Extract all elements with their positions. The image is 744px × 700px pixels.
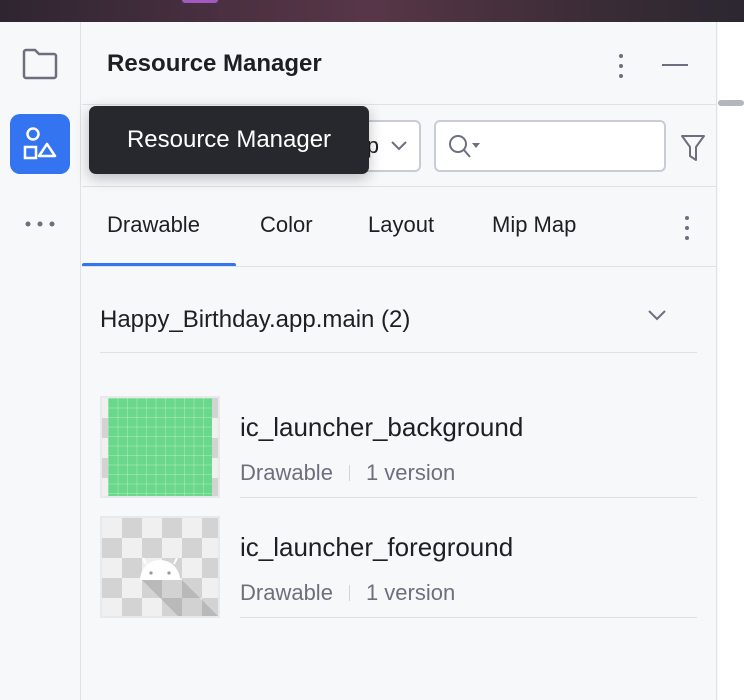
more-tools-button[interactable] xyxy=(10,194,70,254)
folder-icon xyxy=(22,48,58,80)
more-tabs-button[interactable] xyxy=(685,216,689,240)
resource-thumbnail xyxy=(100,396,220,498)
divider xyxy=(82,266,717,267)
resource-name: ic_launcher_foreground xyxy=(240,532,514,562)
resource-item[interactable]: ic_launcher_foreground Drawable 1 version xyxy=(100,516,697,636)
divider xyxy=(82,104,717,105)
resource-type: Drawable xyxy=(240,460,333,485)
resource-name: ic_launcher_background xyxy=(240,412,524,442)
divider xyxy=(100,352,697,353)
resource-manager-tool-button[interactable] xyxy=(10,114,70,174)
panel-title: Resource Manager xyxy=(107,50,322,77)
search-icon xyxy=(449,135,480,158)
tooltip: Resource Manager xyxy=(89,106,369,174)
tab-layout[interactable]: Layout xyxy=(368,212,434,238)
resource-versions: 1 version xyxy=(365,580,456,605)
resource-type: Drawable xyxy=(240,580,333,605)
tab-color[interactable]: Color xyxy=(260,212,313,238)
window-title-bar xyxy=(0,0,744,22)
filter-icon[interactable] xyxy=(680,134,706,162)
resource-versions: 1 version xyxy=(365,460,456,485)
project-tool-button[interactable] xyxy=(10,34,70,94)
tab-mip-map[interactable]: Mip Map xyxy=(492,212,576,238)
android-icon xyxy=(140,557,218,616)
panel-options-button[interactable] xyxy=(619,54,623,78)
chevron-down-icon xyxy=(391,141,407,151)
divider xyxy=(240,617,697,618)
title-bar-tab-indicator xyxy=(182,0,218,3)
resource-item[interactable]: ic_launcher_background Drawable 1 version xyxy=(100,396,697,516)
chevron-down-icon[interactable] xyxy=(648,310,666,322)
resource-manager-icon xyxy=(23,127,57,160)
resource-group-header[interactable]: Happy_Birthday.app.main (2) xyxy=(100,306,410,334)
horizontal-scrollbar[interactable] xyxy=(718,100,744,106)
tool-window-strip xyxy=(0,22,81,700)
minimize-button[interactable] xyxy=(662,64,688,66)
tab-drawable[interactable]: Drawable xyxy=(107,212,200,238)
search-input[interactable] xyxy=(434,120,666,172)
resource-thumbnail xyxy=(100,516,220,618)
editor-area xyxy=(718,22,744,700)
divider xyxy=(240,497,697,498)
more-horizontal-icon xyxy=(25,221,55,227)
divider xyxy=(82,186,717,187)
